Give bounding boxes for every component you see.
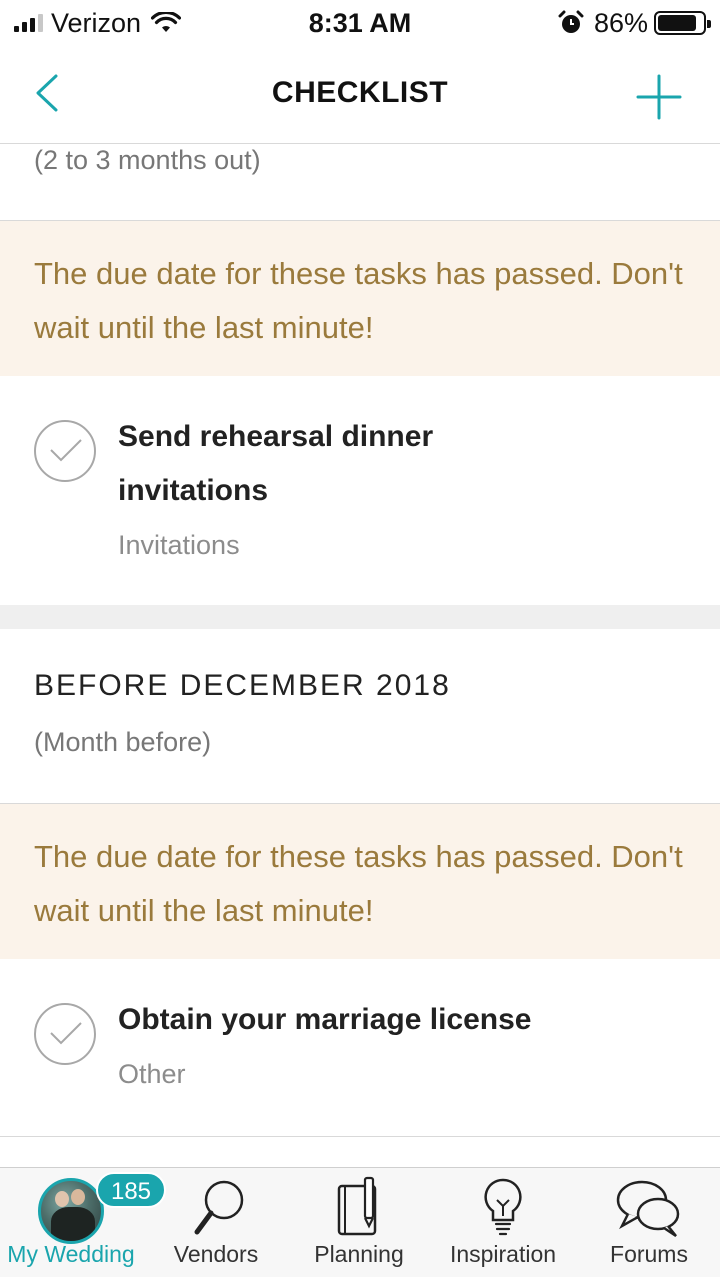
battery-icon: [654, 11, 711, 35]
tab-label: Forums: [610, 1241, 688, 1267]
tab-bar: 185 My Wedding Vendors Planning Inspirat…: [0, 1167, 720, 1277]
task-item[interactable]: Obtain your marriage license Other: [0, 959, 720, 1137]
section-divider: [0, 605, 720, 629]
plus-icon[interactable]: [634, 72, 684, 122]
tab-label: Vendors: [173, 1241, 259, 1267]
status-right: 86%: [558, 6, 711, 40]
section-header: BEFORE DECEMBER 2018 (Month before): [0, 629, 720, 804]
tab-label: Inspiration: [449, 1241, 557, 1267]
tab-label: My Wedding: [7, 1241, 135, 1267]
magnifier-icon: [194, 1180, 244, 1235]
task-title: Obtain your marriage license: [118, 1003, 532, 1036]
checkmark-circle-icon[interactable]: [34, 1003, 96, 1065]
tab-vendors[interactable]: Vendors: [146, 1168, 286, 1277]
tab-inspiration[interactable]: Inspiration: [432, 1168, 574, 1277]
section-subtitle: (Month before): [34, 727, 212, 757]
tab-my-wedding[interactable]: 185 My Wedding: [0, 1168, 166, 1277]
overdue-warning: The due date for these tasks has passed.…: [0, 221, 720, 376]
tab-forums[interactable]: Forums: [578, 1168, 720, 1277]
section-title: BEFORE DECEMBER 2018: [34, 669, 451, 702]
chat-bubbles-icon: [616, 1180, 680, 1238]
nav-bar: CHECKLIST: [0, 46, 720, 144]
task-category: Other: [118, 1059, 186, 1089]
page-title: CHECKLIST: [271, 76, 449, 109]
checklist-content[interactable]: (2 to 3 months out) The due date for the…: [0, 145, 720, 1167]
tab-planning[interactable]: Planning: [290, 1168, 428, 1277]
status-bar: Verizon 8:31 AM 86%: [0, 0, 720, 46]
section-subtitle: (2 to 3 months out): [0, 145, 720, 221]
overdue-warning: The due date for these tasks has passed.…: [0, 804, 720, 959]
task-item[interactable]: Send rehearsal dinner invitations Invita…: [0, 376, 720, 605]
alarm-icon: [558, 10, 584, 33]
tab-label: Planning: [314, 1241, 404, 1267]
avatar: [38, 1178, 104, 1244]
battery-percentage: 86%: [593, 7, 648, 38]
checkmark-circle-icon[interactable]: [34, 420, 96, 482]
battery-fill: [658, 15, 696, 31]
notebook-icon: [337, 1176, 377, 1236]
lightbulb-icon: [484, 1178, 522, 1236]
task-title: Send rehearsal dinner invitations: [118, 420, 434, 507]
task-category: Invitations: [118, 530, 240, 560]
